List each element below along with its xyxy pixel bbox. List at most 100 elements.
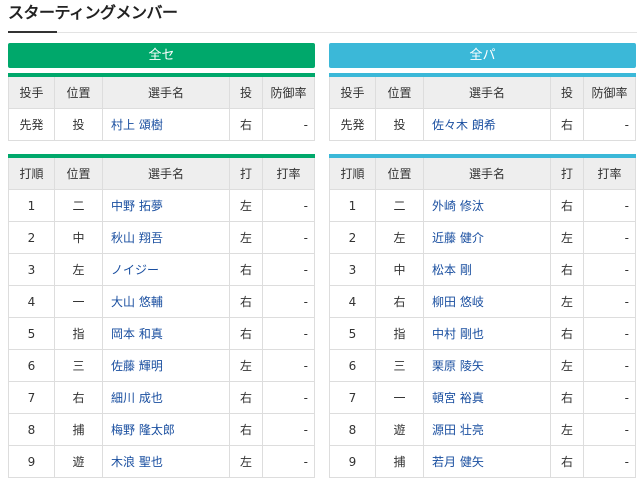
pitcher-throws: 右 bbox=[229, 108, 263, 141]
player-bats: 右 bbox=[229, 413, 263, 446]
player-position: 捕 bbox=[54, 413, 103, 446]
player-bats: 右 bbox=[229, 317, 263, 350]
batting-order: 6 bbox=[8, 349, 55, 382]
player-bats: 右 bbox=[229, 285, 263, 318]
batting-order: 8 bbox=[8, 413, 55, 446]
player-bats: 左 bbox=[550, 413, 584, 446]
player-name-link[interactable]: 佐藤 輝明 bbox=[102, 349, 230, 382]
lineup-row: 4 一大山 悠輔右 - bbox=[8, 285, 315, 318]
header-player-name: 選手名 bbox=[102, 74, 230, 109]
lineup-row: 3 中松本 剛右- bbox=[329, 253, 636, 286]
batting-average: - bbox=[262, 445, 315, 478]
lineup-header-row: 打順 位置 選手名 打 打率 bbox=[8, 155, 315, 190]
central-team-button[interactable]: 全セ bbox=[8, 43, 315, 68]
player-name-link[interactable]: 中村 剛也 bbox=[423, 317, 551, 350]
player-position: 二 bbox=[375, 189, 424, 222]
pitcher-name-link[interactable]: 佐々木 朗希 bbox=[423, 108, 551, 141]
batting-average: - bbox=[262, 253, 315, 286]
batting-average: - bbox=[262, 221, 315, 254]
lineup-row: 6 三佐藤 輝明左 - bbox=[8, 349, 315, 382]
batting-average: - bbox=[262, 381, 315, 414]
pacific-lineup-table: 打順 位置 選手名 打 打率 1 二外崎 修汰右 -2 左近藤 健介左 -3 中松本 剛右… bbox=[329, 154, 636, 478]
batting-order: 1 bbox=[8, 189, 55, 222]
batting-average: - bbox=[262, 413, 315, 446]
player-bats: 左 bbox=[229, 221, 263, 254]
player-name-link[interactable]: 近藤 健介 bbox=[423, 221, 551, 254]
header-position: 位置 bbox=[375, 74, 424, 109]
batting-average: - bbox=[583, 445, 636, 478]
batting-average: - bbox=[583, 221, 636, 254]
header-pitcher: 投手 bbox=[8, 74, 55, 109]
lineup-row: 9 捕若月 健矢右 - bbox=[329, 445, 636, 478]
player-name-link[interactable]: 大山 悠輔 bbox=[102, 285, 230, 318]
player-name-link[interactable]: 細川 成也 bbox=[102, 381, 230, 414]
player-bats: 左 bbox=[229, 349, 263, 382]
title-divider bbox=[57, 32, 637, 33]
player-position: 左 bbox=[54, 253, 103, 286]
batting-average: - bbox=[583, 317, 636, 350]
pitcher-era: - bbox=[262, 108, 315, 141]
batting-order: 4 bbox=[329, 285, 376, 318]
batting-order: 2 bbox=[8, 221, 55, 254]
batting-average: - bbox=[583, 413, 636, 446]
header-player-name: 選手名 bbox=[423, 155, 551, 190]
player-name-link[interactable]: 外崎 修汰 bbox=[423, 189, 551, 222]
pitcher-row: 先発 投 村上 頌樹 右 - bbox=[8, 108, 315, 141]
lineup-row: 7 右細川 成也右 - bbox=[8, 381, 315, 414]
header-era: 防御率 bbox=[262, 74, 315, 109]
lineup-row: 8 捕梅野 隆太郎右 - bbox=[8, 413, 315, 446]
header-batting-order: 打順 bbox=[8, 155, 55, 190]
batting-average: - bbox=[583, 285, 636, 318]
player-name-link[interactable]: 源田 壮亮 bbox=[423, 413, 551, 446]
player-position: 右 bbox=[54, 381, 103, 414]
central-lineup-table: 打順 位置 選手名 打 打率 1 二中野 拓夢左 -2 中秋山 翔吾左 -3 左ノイジー右… bbox=[8, 154, 315, 478]
player-name-link[interactable]: 秋山 翔吾 bbox=[102, 221, 230, 254]
lineup-row: 9 遊木浪 聖也左 - bbox=[8, 445, 315, 478]
pitcher-header-row: 投手 位置 選手名 投 防御率 bbox=[8, 74, 315, 109]
player-bats: 右 bbox=[229, 253, 263, 286]
player-name-link[interactable]: 松本 剛 bbox=[423, 253, 551, 286]
player-name-link[interactable]: 木浪 聖也 bbox=[102, 445, 230, 478]
batting-average: - bbox=[262, 189, 315, 222]
player-position: 一 bbox=[375, 381, 424, 414]
player-position: 遊 bbox=[54, 445, 103, 478]
player-name-link[interactable]: 栗原 陵矢 bbox=[423, 349, 551, 382]
header-position: 位置 bbox=[54, 74, 103, 109]
player-name-link[interactable]: 中野 拓夢 bbox=[102, 189, 230, 222]
player-position: 指 bbox=[54, 317, 103, 350]
header-batting-order: 打順 bbox=[329, 155, 376, 190]
player-name-link[interactable]: 若月 健矢 bbox=[423, 445, 551, 478]
pacific-team-button[interactable]: 全パ bbox=[329, 43, 636, 68]
header-era: 防御率 bbox=[583, 74, 636, 109]
player-bats: 左 bbox=[550, 221, 584, 254]
pitcher-name-link[interactable]: 村上 頌樹 bbox=[102, 108, 230, 141]
lineup-row: 7 一頓宮 裕真右 - bbox=[329, 381, 636, 414]
batting-order: 3 bbox=[329, 253, 376, 286]
header-bats: 打 bbox=[229, 155, 263, 190]
batting-average: - bbox=[583, 381, 636, 414]
player-name-link[interactable]: 岡本 和真 bbox=[102, 317, 230, 350]
player-name-link[interactable]: ノイジー bbox=[102, 253, 230, 286]
player-bats: 右 bbox=[550, 253, 584, 286]
lineup-row: 4 右柳田 悠岐左 - bbox=[329, 285, 636, 318]
header-throws: 投 bbox=[550, 74, 584, 109]
pitcher-position: 投 bbox=[375, 108, 424, 141]
batting-order: 2 bbox=[329, 221, 376, 254]
player-position: 二 bbox=[54, 189, 103, 222]
player-bats: 左 bbox=[550, 285, 584, 318]
player-name-link[interactable]: 柳田 悠岐 bbox=[423, 285, 551, 318]
header-batting-average: 打率 bbox=[262, 155, 315, 190]
pitcher-throws: 右 bbox=[550, 108, 584, 141]
player-bats: 右 bbox=[550, 317, 584, 350]
batting-average: - bbox=[583, 253, 636, 286]
player-name-link[interactable]: 頓宮 裕真 bbox=[423, 381, 551, 414]
player-bats: 左 bbox=[229, 445, 263, 478]
batting-average: - bbox=[262, 349, 315, 382]
lineup-row: 1 二中野 拓夢左 - bbox=[8, 189, 315, 222]
player-bats: 右 bbox=[550, 445, 584, 478]
central-team-column: 全セ 投手 位置 選手名 投 防御率 先発 投 村上 頌樹 右 - 打順 位置 … bbox=[8, 43, 315, 478]
lineup-row: 5 指中村 剛也右 - bbox=[329, 317, 636, 350]
player-position: 左 bbox=[375, 221, 424, 254]
player-name-link[interactable]: 梅野 隆太郎 bbox=[102, 413, 230, 446]
header-batting-average: 打率 bbox=[583, 155, 636, 190]
